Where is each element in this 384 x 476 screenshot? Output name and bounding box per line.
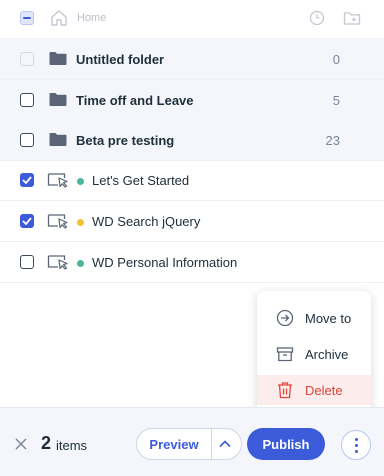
folder-name[interactable]: Beta pre testing [76,133,174,148]
folder-row[interactable]: Time off and Leave 5 [0,80,384,121]
chevron-up-icon[interactable] [217,437,233,451]
row-checkbox[interactable] [20,255,34,269]
selected-items-label: items [56,438,88,453]
row-checkbox[interactable] [20,93,34,107]
folder-count: 5 [332,93,340,108]
status-dot [77,260,84,267]
clock-icon[interactable] [309,10,325,26]
dot [354,449,358,453]
item-row[interactable]: WD Personal Information [0,242,384,283]
menu-item-archive[interactable]: Archive [257,339,371,369]
bulk-action-bar: 2 items Preview Publish [0,407,384,476]
menu-item-label: Archive [305,347,349,362]
walkthrough-icon [47,214,68,229]
selected-count: 2 [41,433,52,453]
dot [354,437,358,441]
item-name[interactable]: WD Search jQuery [92,214,200,229]
item-name[interactable]: Let's Get Started [92,173,189,188]
breadcrumb-home[interactable]: Home [77,12,106,24]
preview-split-button: Preview [136,428,242,460]
item-row[interactable]: Let's Get Started [0,160,384,201]
menu-item-delete[interactable]: Delete [257,375,371,405]
status-dot [77,219,84,226]
menu-item-move-to[interactable]: Move to [257,303,371,333]
preview-button[interactable]: Preview [137,429,211,459]
trash-icon [278,382,292,399]
dot [354,443,358,447]
more-actions-menu: Move to Archive Delete [257,291,371,418]
publish-button[interactable]: Publish [247,428,325,460]
item-name[interactable]: WD Personal Information [92,255,237,270]
row-checkbox[interactable] [20,52,34,66]
walkthrough-icon [47,173,68,188]
split-divider [211,429,212,459]
home-icon[interactable] [50,9,68,27]
status-dot [77,178,84,185]
folder-name[interactable]: Time off and Leave [76,93,194,108]
move-to-icon [276,309,294,327]
item-row[interactable]: WD Search jQuery [0,201,384,242]
new-folder-icon[interactable] [343,10,361,26]
folder-name[interactable]: Untitled folder [76,52,164,67]
folder-count: 0 [332,52,340,67]
row-checkbox[interactable] [20,133,34,147]
more-actions-button[interactable] [341,430,371,460]
close-icon[interactable] [14,437,28,451]
folder-icon [49,52,67,65]
row-checkbox[interactable] [20,214,34,228]
folder-icon [49,133,67,146]
archive-icon [276,347,294,362]
select-all-checkbox[interactable] [20,11,34,25]
folder-icon [49,93,67,106]
menu-item-label: Move to [305,311,352,326]
walkthrough-icon [47,255,68,270]
folder-row[interactable]: Untitled folder 0 [0,39,384,80]
row-checkbox[interactable] [20,173,34,187]
list-header: Home [0,0,384,39]
folder-count: 23 [325,133,340,148]
menu-item-label: Delete [305,383,343,398]
folder-row[interactable]: Beta pre testing 23 [0,120,384,161]
